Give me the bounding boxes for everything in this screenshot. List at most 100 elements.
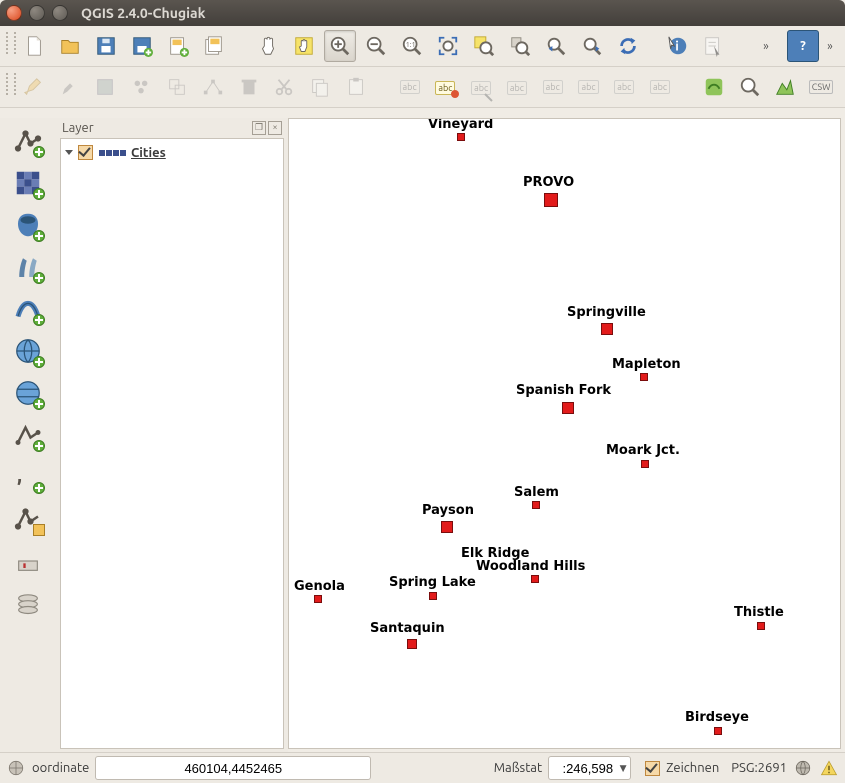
status-bar: oordinate Maßstat ▼ Zeichnen PSG:2691: [0, 752, 845, 783]
new-print-composer-button[interactable]: [162, 30, 194, 62]
zoom-in-button[interactable]: [324, 30, 356, 62]
city-label: Moark Jct.: [606, 443, 680, 458]
current-edits-button[interactable]: [54, 71, 86, 103]
copy-features-button[interactable]: [304, 71, 336, 103]
zoom-full-button[interactable]: [432, 30, 464, 62]
city-point[interactable]: [562, 402, 574, 414]
toolbar-file-nav: 1:1 i » ? »: [0, 26, 845, 67]
label-rotate-button[interactable]: abc: [608, 71, 640, 103]
city-point[interactable]: [640, 373, 648, 381]
paste-features-button[interactable]: [340, 71, 372, 103]
tree-expand-icon[interactable]: [65, 150, 73, 155]
new-shapefile-button[interactable]: [11, 502, 45, 536]
city-point[interactable]: [601, 323, 613, 335]
help-button[interactable]: ?: [787, 30, 819, 62]
svg-text:,: ,: [17, 463, 22, 486]
zoom-next-button[interactable]: [576, 30, 608, 62]
layer-visibility-checkbox[interactable]: [78, 145, 93, 160]
add-wcs-layer-button[interactable]: [11, 376, 45, 410]
select-features-button[interactable]: [698, 30, 730, 62]
add-vector-layer-button[interactable]: [11, 124, 45, 158]
node-tool-button[interactable]: [197, 71, 229, 103]
add-feature-button[interactable]: [125, 71, 157, 103]
layers-panel-float-icon[interactable]: ❐: [252, 121, 266, 135]
open-project-button[interactable]: [54, 30, 86, 62]
zoom-to-layer-button[interactable]: [504, 30, 536, 62]
label-settings-button[interactable]: abc: [429, 71, 461, 103]
cut-features-button[interactable]: [268, 71, 300, 103]
zoom-tool-icon[interactable]: [734, 71, 766, 103]
delete-selected-button[interactable]: [233, 71, 265, 103]
city-point[interactable]: [314, 595, 322, 603]
window-maximize-button[interactable]: [52, 5, 68, 21]
label-showhide-button[interactable]: abc: [537, 71, 569, 103]
city-point[interactable]: [532, 501, 540, 509]
csw-button[interactable]: CSW: [805, 71, 837, 103]
window-titlebar: QGIS 2.4.0-Chugiak: [0, 0, 845, 26]
zoom-to-selection-button[interactable]: [468, 30, 500, 62]
window-close-button[interactable]: [6, 5, 22, 21]
city-label: Santaquin: [370, 621, 445, 636]
city-label: Thistle: [734, 605, 784, 620]
city-point[interactable]: [757, 622, 765, 630]
add-wms-layer-button[interactable]: [11, 334, 45, 368]
label-layer-button[interactable]: abc: [394, 71, 426, 103]
city-point[interactable]: [407, 639, 417, 649]
window-minimize-button[interactable]: [29, 5, 45, 21]
city-label: Payson: [422, 503, 474, 518]
add-raster-layer-button[interactable]: [11, 166, 45, 200]
plugin-button-green[interactable]: [698, 71, 730, 103]
label-change-button[interactable]: abc: [644, 71, 676, 103]
messages-button[interactable]: [819, 758, 839, 778]
toolbar1-overflow[interactable]: »: [759, 40, 773, 53]
move-feature-button[interactable]: [161, 71, 193, 103]
zoom-native-button[interactable]: 1:1: [396, 30, 428, 62]
toolbar1-overflow-2[interactable]: »: [823, 40, 837, 53]
add-mssql-layer-button[interactable]: [11, 292, 45, 326]
layers-panel: Layer ❐ × Cities: [56, 118, 288, 753]
label-pin-button[interactable]: abc: [501, 71, 533, 103]
add-postgis-layer-button[interactable]: [11, 208, 45, 242]
city-point[interactable]: [714, 727, 722, 735]
zoom-last-button[interactable]: [540, 30, 572, 62]
coordinate-input[interactable]: [95, 756, 371, 780]
scale-input[interactable]: [549, 760, 616, 777]
refresh-button[interactable]: [612, 30, 644, 62]
add-delimited-text-button[interactable]: ,: [11, 460, 45, 494]
composer-manager-button[interactable]: [198, 30, 230, 62]
city-point[interactable]: [531, 575, 539, 583]
city-point[interactable]: [544, 193, 558, 207]
histogram-icon[interactable]: [769, 71, 801, 103]
city-point[interactable]: [441, 521, 453, 533]
new-project-button[interactable]: [18, 30, 50, 62]
identify-button[interactable]: i: [662, 30, 694, 62]
pan-button[interactable]: [252, 30, 284, 62]
remove-layer-button[interactable]: [11, 544, 45, 578]
city-point[interactable]: [457, 133, 465, 141]
layer-item-cities[interactable]: Cities: [65, 145, 279, 160]
manage-layers-button[interactable]: [11, 586, 45, 620]
crs-button[interactable]: [793, 758, 813, 778]
left-dock: ,: [0, 118, 56, 753]
add-spatialite-layer-button[interactable]: [11, 250, 45, 284]
city-point[interactable]: [641, 460, 649, 468]
save-project-as-button[interactable]: [126, 30, 158, 62]
status-globe-icon[interactable]: [6, 758, 26, 778]
zoom-out-button[interactable]: [360, 30, 392, 62]
add-wfs-layer-button[interactable]: [11, 418, 45, 452]
pan-to-selection-button[interactable]: [288, 30, 320, 62]
map-canvas[interactable]: VineyardPROVOSpringvilleMapletonSpanish …: [288, 118, 841, 749]
render-checkbox[interactable]: [645, 761, 660, 776]
city-point[interactable]: [429, 592, 437, 600]
layers-panel-title: Layer: [62, 121, 94, 135]
scale-dropdown-icon[interactable]: ▼: [616, 763, 630, 774]
save-edits-button[interactable]: [90, 71, 122, 103]
label-highlight-button[interactable]: abc: [465, 71, 497, 103]
layers-panel-close-icon[interactable]: ×: [268, 121, 282, 135]
coord-label: oordinate: [32, 761, 89, 775]
toggle-editing-button[interactable]: [18, 71, 50, 103]
label-move-button[interactable]: abc: [573, 71, 605, 103]
save-project-button[interactable]: [90, 30, 122, 62]
toolbar-edit-label: abc abc abc abc abc abc abc abc CSW: [0, 67, 845, 108]
layers-tree[interactable]: Cities: [60, 138, 284, 749]
